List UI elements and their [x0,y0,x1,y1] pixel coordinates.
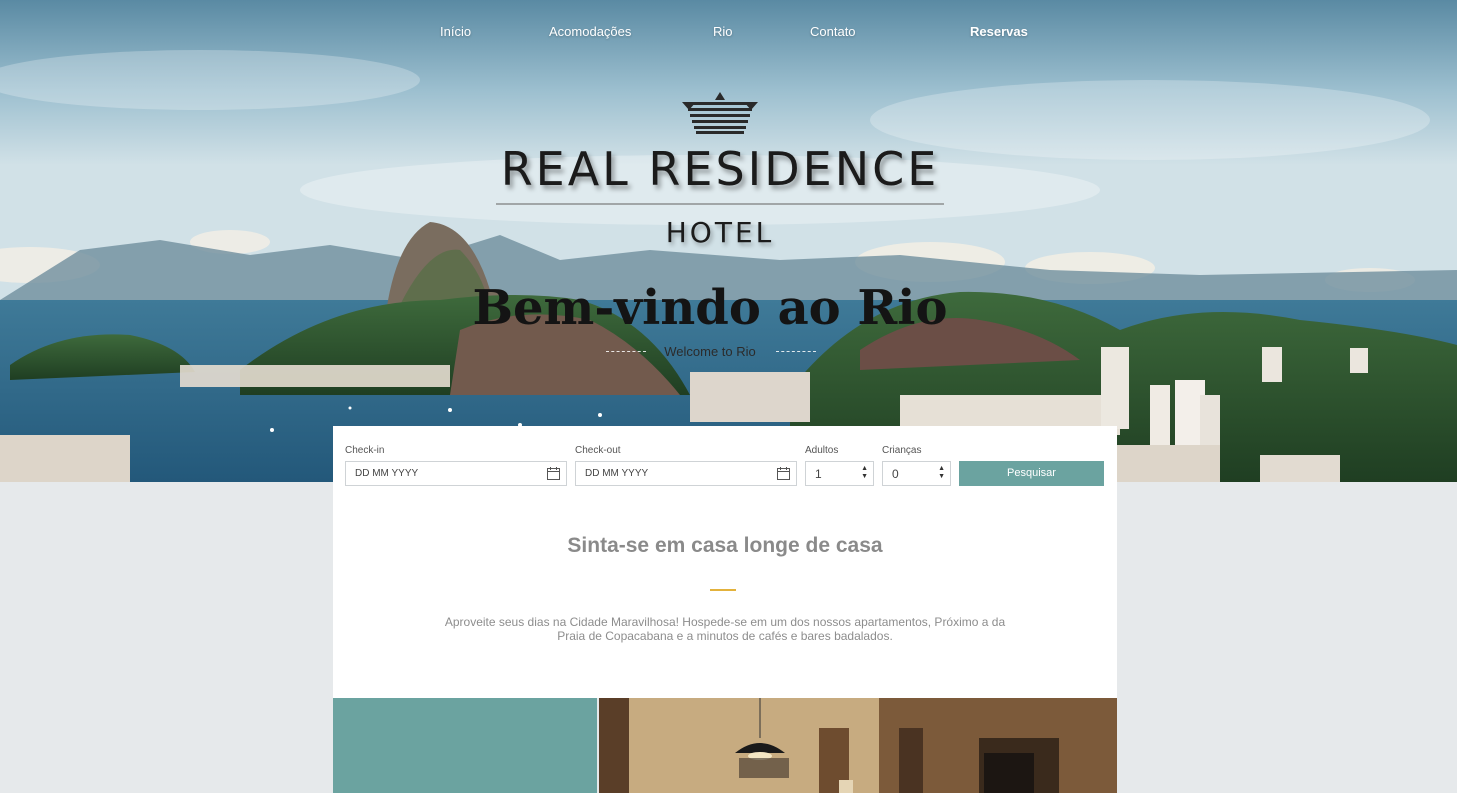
room-photo-image [599,698,1117,793]
search-button[interactable]: Pesquisar [959,461,1104,486]
checkin-label: Check-in [345,445,385,456]
nav-link-reservas[interactable]: Reservas [970,24,1028,39]
children-label: Crianças [882,445,922,456]
nav-link-inicio[interactable]: Início [440,24,471,39]
booking-card: Check-in DD MM YYYY Check-out DD MM YYYY… [333,426,1117,698]
logo-subtitle: HOTEL [665,216,775,249]
divider-dash [606,351,646,352]
crown-icon [682,92,758,134]
checkin-field[interactable]: DD MM YYYY [345,461,567,486]
adults-value: 1 [815,467,822,481]
checkout-field[interactable]: DD MM YYYY [575,461,797,486]
checkin-placeholder: DD MM YYYY [355,468,419,479]
divider-dash [776,351,816,352]
stepper-arrows-icon[interactable]: ▲ ▼ [861,465,868,481]
logo-title: REAL RESIDENCE [500,142,940,196]
adults-label: Adultos [805,445,839,456]
nav-link-acomodacoes[interactable]: Acomodações [549,24,631,39]
nav-link-contato[interactable]: Contato [810,24,856,39]
hero-subheading: Welcome to Rio [664,344,756,359]
teal-panel [333,698,597,793]
accent-divider [710,589,736,591]
stepper-arrows-icon[interactable]: ▲ ▼ [938,465,945,481]
hero-subheading-wrap: Welcome to Rio [600,343,820,361]
children-value: 0 [892,467,899,481]
calendar-icon[interactable] [547,467,560,480]
main-navigation: Início Acomodações Rio Contato Reservas [0,24,1457,44]
checkout-placeholder: DD MM YYYY [585,468,649,479]
hotel-logo[interactable]: REAL RESIDENCE HOTEL [494,90,946,250]
adults-stepper[interactable]: 1 ▲ ▼ [805,461,874,486]
children-stepper[interactable]: 0 ▲ ▼ [882,461,951,486]
hero-banner: Início Acomodações Rio Contato Reservas … [0,0,1457,482]
logo-divider [496,203,944,205]
checkout-label: Check-out [575,445,621,456]
room-photo [599,698,1117,793]
intro-title: Sinta-se em casa longe de casa [567,534,883,557]
intro-description: Aproveite seus dias na Cidade Maravilhos… [444,615,1006,643]
hero-heading: Bem-vindo ao Rio [472,280,948,336]
calendar-icon[interactable] [777,467,790,480]
nav-link-rio[interactable]: Rio [713,24,733,39]
